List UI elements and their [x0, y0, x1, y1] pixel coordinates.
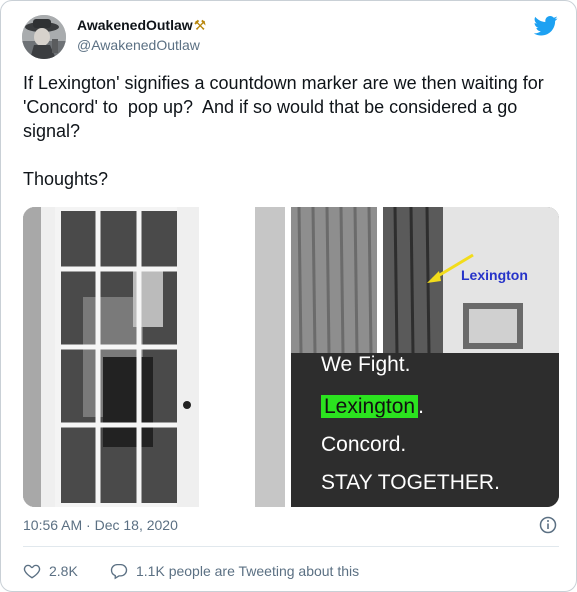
talking-text: 1.1K people are Tweeting about this: [136, 563, 360, 579]
avatar[interactable]: [22, 15, 66, 59]
talking-button[interactable]: 1.1K people are Tweeting about this: [110, 561, 359, 581]
heart-icon: [23, 564, 41, 579]
info-icon[interactable]: [539, 516, 557, 534]
lexington-highlight: Lexington: [321, 395, 419, 418]
annotation-label: Lexington: [461, 267, 528, 283]
tweet-timestamp[interactable]: 10:56 AM · Dec 18, 2020: [23, 517, 178, 533]
meme-line-we-fight: We Fight.: [321, 353, 411, 376]
hammer-pick-icon: ⚒: [193, 17, 207, 33]
tweet-image[interactable]: Lexington We Fight. Lexington. Concord. …: [23, 207, 559, 507]
tweet-text: If Lexington' signifies a countdown mark…: [23, 73, 544, 189]
lexington-period: .: [418, 395, 424, 418]
avatar-image: [22, 15, 66, 59]
reply-bubble-icon: [110, 563, 128, 580]
author-handle[interactable]: @AwakenedOutlaw: [77, 37, 200, 53]
display-name-text: AwakenedOutlaw: [77, 17, 193, 33]
like-count: 2.8K: [49, 563, 78, 579]
divider: [23, 546, 559, 547]
meme-line-lexington: Lexington.: [321, 395, 424, 419]
twitter-bird-icon[interactable]: [534, 15, 558, 37]
tweet-card: AwakenedOutlaw⚒ @AwakenedOutlaw If Lexin…: [0, 0, 577, 592]
meme-line-concord: Concord.: [321, 433, 407, 456]
like-button[interactable]: 2.8K: [23, 561, 78, 581]
author-display-name[interactable]: AwakenedOutlaw⚒: [77, 17, 206, 34]
meme-line-stay-together: STAY TOGETHER.: [321, 471, 500, 494]
meme-photo: [23, 207, 559, 507]
